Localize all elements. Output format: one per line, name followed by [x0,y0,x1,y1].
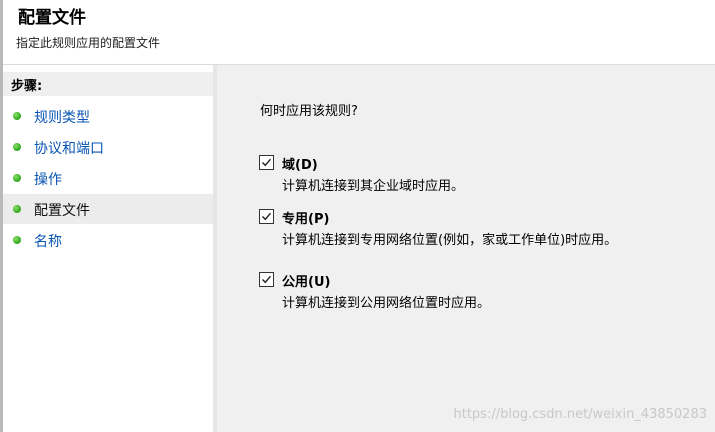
option-title[interactable]: 公用(U) [282,271,330,290]
page-title: 配置文件 [18,8,86,28]
step-label: 协议和端口 [34,141,104,157]
option-title[interactable]: 专用(P) [282,208,329,227]
public-checkbox[interactable] [259,272,274,287]
step-protocol-ports[interactable]: 协议和端口 [3,132,213,162]
green-dot-icon [13,143,21,151]
checkmark-icon [262,275,272,284]
option-private: 专用(P) 计算机连接到专用网络位置(例如，家或工作单位)时应用。 [259,209,699,249]
option-title[interactable]: 域(D) [282,154,318,173]
content-panel: 何时应用该规则? 域(D) 计算机连接到其企业域时应用。 专用(P) 计算机连接… [217,65,715,432]
option-public: 公用(U) 计算机连接到公用网络位置时应用。 [259,272,699,312]
step-label: 名称 [34,234,62,250]
wizard-header: 配置文件 指定此规则应用的配置文件 [3,0,715,65]
question-label: 何时应用该规则? [260,104,358,119]
step-label: 操作 [34,172,62,188]
private-checkbox[interactable] [259,209,274,224]
checkmark-icon [262,212,272,221]
domain-checkbox[interactable] [259,155,274,170]
step-label: 配置文件 [34,203,90,219]
page-subtitle: 指定此规则应用的配置文件 [16,36,161,50]
step-profile[interactable]: 配置文件 [3,194,213,224]
step-rule-type[interactable]: 规则类型 [3,101,213,131]
option-domain: 域(D) 计算机连接到其企业域时应用。 [259,155,699,195]
step-action[interactable]: 操作 [3,163,213,193]
green-dot-icon [13,112,21,120]
step-name[interactable]: 名称 [3,225,213,255]
step-label: 规则类型 [34,110,90,126]
watermark-text: https://blog.csdn.net/weixin_43850283 [453,407,707,422]
option-description: 计算机连接到专用网络位置(例如，家或工作单位)时应用。 [282,233,618,248]
wizard-window: 配置文件 指定此规则应用的配置文件 步骤: 规则类型 协议和端口 操作 配置文件… [0,0,715,432]
steps-heading-label: 步骤: [11,79,43,94]
green-dot-icon [13,174,21,182]
checkmark-icon [262,158,272,167]
steps-panel: 步骤: 规则类型 协议和端口 操作 配置文件 名称 [3,65,213,432]
green-dot-icon [13,236,21,244]
option-description: 计算机连接到公用网络位置时应用。 [282,296,491,311]
green-dot-icon [13,205,21,213]
steps-heading: 步骤: [3,72,213,96]
option-description: 计算机连接到其企业域时应用。 [282,179,465,194]
